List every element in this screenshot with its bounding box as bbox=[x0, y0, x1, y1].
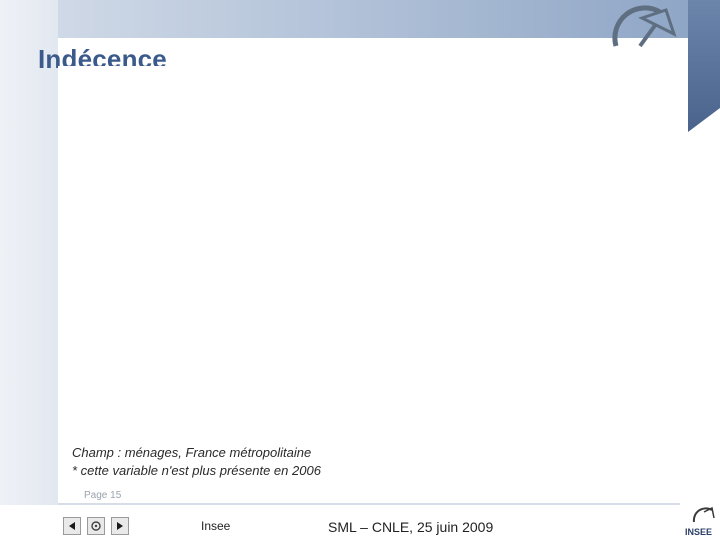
left-background-band bbox=[0, 0, 58, 540]
home-icon bbox=[91, 521, 101, 531]
variable-footnote: * cette variable n'est plus présente en … bbox=[72, 463, 321, 478]
insee-brand-text: INSEE bbox=[685, 527, 712, 537]
page-number: Page 15 bbox=[84, 490, 122, 501]
scope-note: Champ : ménages, France métropolitaine bbox=[72, 445, 312, 460]
triangle-right-icon bbox=[117, 522, 123, 530]
footer-event-date: SML – CNLE, 25 juin 2009 bbox=[328, 519, 494, 535]
right-accent-wedge bbox=[688, 108, 720, 132]
next-slide-button[interactable] bbox=[111, 517, 129, 535]
top-header-band bbox=[58, 0, 688, 38]
content-area bbox=[58, 66, 680, 386]
insee-arc-logo-icon bbox=[612, 5, 677, 48]
previous-slide-button[interactable] bbox=[63, 517, 81, 535]
home-slide-button[interactable] bbox=[87, 517, 105, 535]
insee-brand-logo: INSEE bbox=[685, 506, 715, 537]
triangle-left-icon bbox=[69, 522, 75, 530]
notes-block: Champ : ménages, France métropolitaine *… bbox=[72, 444, 321, 480]
footer-organization: Insee bbox=[201, 519, 231, 533]
